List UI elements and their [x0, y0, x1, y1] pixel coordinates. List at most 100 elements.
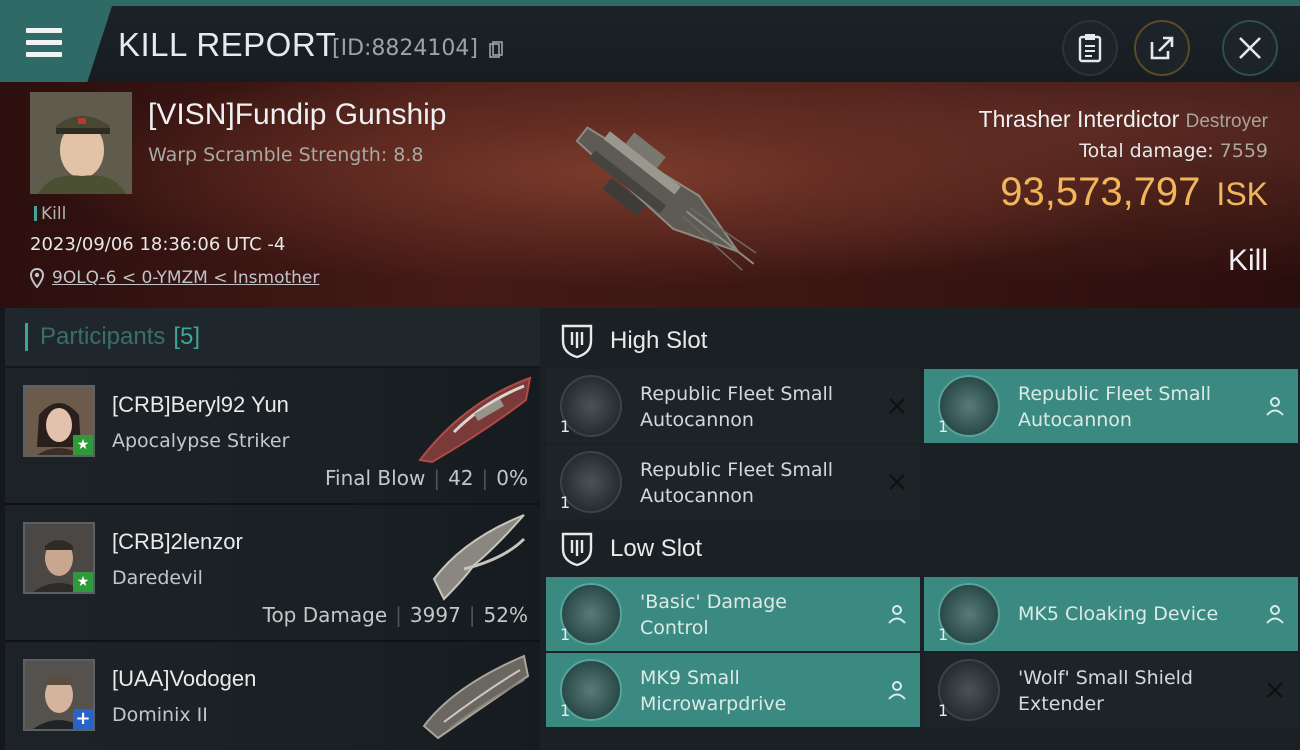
total-damage-value: 7559: [1219, 140, 1268, 162]
pilot-avatar-icon: [30, 92, 132, 194]
location-pin-icon: [30, 268, 44, 288]
isk-value: 93,573,797: [1000, 170, 1201, 214]
module-quantity: 1: [560, 625, 571, 644]
copy-icon[interactable]: [489, 41, 503, 59]
victim-ship-type[interactable]: Thrasher Interdictor Destroyer: [979, 106, 1268, 133]
star-icon: ★: [73, 572, 93, 592]
share-icon: [1150, 36, 1174, 60]
destroyed-icon: [1267, 682, 1283, 698]
location-link[interactable]: 9OLQ-6 < 0-YMZM < Insmother: [52, 268, 319, 288]
module-name-line1: 'Wolf' Small Shield: [1018, 667, 1193, 689]
ship-class: Destroyer: [1185, 111, 1268, 132]
module-name-line1: MK5 Cloaking Device: [1018, 603, 1219, 625]
victim-ship-image: [575, 126, 757, 271]
warp-scramble-strength: Warp Scramble Strength: 8.8: [148, 144, 424, 166]
participant-percent: 52%: [483, 603, 528, 627]
participant-damage: 42: [448, 466, 474, 490]
module-quantity: 1: [938, 417, 949, 436]
report-button[interactable]: [1062, 20, 1118, 76]
module-quantity: 1: [560, 701, 571, 720]
kill-timestamp: 2023/09/06 18:36:06 UTC -4: [30, 234, 286, 255]
destroyed-icon: [889, 474, 905, 490]
module-high-3[interactable]: 1 Republic Fleet Small Autocannon: [546, 445, 920, 519]
low-slot-label: Low Slot: [610, 535, 703, 562]
module-name: MK5 Cloaking Device: [1018, 601, 1248, 627]
module-name: Republic Fleet Small Autocannon: [1018, 381, 1248, 433]
module-name-line1: Republic Fleet Small: [640, 383, 834, 405]
share-button[interactable]: [1134, 20, 1190, 76]
participants-count: [5]: [173, 323, 201, 350]
person-icon: [1266, 605, 1284, 624]
module-name-line1: Republic Fleet Small: [1018, 383, 1212, 405]
participant-ship: Daredevil: [112, 567, 203, 589]
participant-row[interactable]: + [UAA]Vodogen Dominix II: [5, 642, 540, 750]
participant-name: [UAA]Vodogen: [112, 666, 257, 691]
module-quantity: 1: [560, 417, 571, 436]
participant-row[interactable]: ★ [CRB]2lenzor Daredevil Top Damage | 3997…: [5, 505, 540, 642]
module-name: Republic Fleet Small Autocannon: [640, 457, 870, 509]
high-slot-label: High Slot: [610, 327, 708, 354]
plus-icon: +: [73, 709, 93, 729]
participant-role: Final Blow: [324, 466, 426, 490]
module-name: 'Wolf' Small Shield Extender: [1018, 665, 1248, 717]
module-name-line1: Republic Fleet Small: [640, 459, 834, 481]
total-damage: Total damage: 7559: [1079, 140, 1268, 162]
module-name-line2: Autocannon: [640, 409, 754, 431]
high-slot-icon: [561, 324, 593, 359]
module-low-4[interactable]: 1 'Wolf' Small Shield Extender: [924, 653, 1298, 727]
fittings-panel: High Slot 1 Republic Fleet Small Autocan…: [540, 308, 1300, 750]
module-name-line2: Control: [640, 617, 709, 639]
participant-row[interactable]: ★ [CRB]Beryl92 Yun Apocalypse Striker Fi…: [5, 368, 540, 505]
module-name-line2: Autocannon: [640, 485, 754, 507]
ship-image: [432, 514, 526, 601]
ship-image: [418, 376, 532, 464]
victim-portrait[interactable]: [30, 92, 132, 194]
module-name-line1: 'Basic' Damage: [640, 591, 787, 613]
participant-role: Top Damage: [262, 603, 388, 627]
person-icon: [1266, 397, 1284, 416]
module-quantity: 1: [560, 493, 571, 512]
top-bar: KILL REPORT [ID:8824104]: [0, 0, 1300, 82]
module-high-1[interactable]: 1 Republic Fleet Small Autocannon: [546, 369, 920, 443]
report-id: [ID:8824104]: [332, 36, 478, 61]
participants-panel: Participants [5] ★ [CRB]Beryl92 Yun Apoc…: [5, 308, 540, 750]
victim-name[interactable]: [VISN]Fundip Gunship: [148, 98, 447, 132]
module-low-1[interactable]: 1 'Basic' Damage Control: [546, 577, 920, 651]
module-name-line2: Autocannon: [1018, 409, 1132, 431]
clipboard-icon: [1078, 34, 1102, 63]
module-name: Republic Fleet Small Autocannon: [640, 381, 870, 433]
participant-ship: Dominix II: [112, 704, 208, 726]
high-slot-header: High Slot: [560, 316, 707, 366]
module-name-line1: MK9 Small: [640, 667, 740, 689]
module-low-3[interactable]: 1 MK9 Small Microwarpdrive: [546, 653, 920, 727]
page-title: KILL REPORT: [118, 26, 337, 63]
participant-name: [CRB]Beryl92 Yun: [112, 392, 289, 417]
low-slot-icon: [561, 532, 593, 567]
kill-result: Kill: [1227, 244, 1268, 277]
star-icon: ★: [73, 435, 93, 455]
ship-name: Thrasher Interdictor: [978, 106, 1180, 132]
module-name: 'Basic' Damage Control: [640, 589, 870, 641]
destroyed-icon: [889, 398, 905, 414]
module-name-line2: Microwarpdrive: [640, 693, 787, 715]
kill-tag: Kill: [34, 204, 66, 224]
person-icon: [888, 681, 906, 700]
module-high-2[interactable]: 1 Republic Fleet Small Autocannon: [924, 369, 1298, 443]
participant-percent: 0%: [496, 466, 528, 490]
close-icon: [1239, 37, 1261, 59]
module-low-2[interactable]: 1 MK5 Cloaking Device: [924, 577, 1298, 651]
close-button[interactable]: [1222, 20, 1278, 76]
isk-unit: ISK: [1216, 176, 1268, 212]
module-quantity: 1: [938, 625, 949, 644]
participant-name: [CRB]2lenzor: [112, 529, 243, 554]
participant-damage: 3997: [409, 603, 461, 627]
isk-value-line: 93,573,797 ISK: [1000, 170, 1268, 215]
participants-header[interactable]: Participants [5]: [5, 308, 540, 368]
module-quantity: 1: [938, 701, 949, 720]
participant-stats: Final Blow | 42 | 0%: [324, 466, 528, 490]
ship-image: [422, 654, 530, 740]
participants-label: Participants: [40, 323, 166, 350]
menu-icon[interactable]: [26, 28, 62, 58]
person-icon: [888, 605, 906, 624]
kill-banner: [VISN]Fundip Gunship Warp Scramble Stren…: [0, 82, 1300, 308]
